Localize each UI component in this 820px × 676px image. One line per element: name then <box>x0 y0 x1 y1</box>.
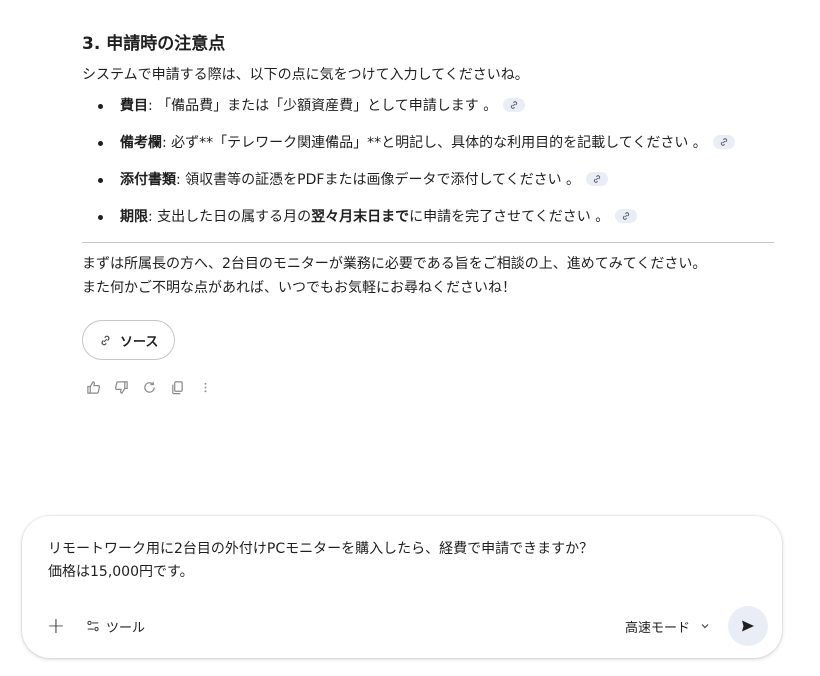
bullet-label: 費目 <box>120 98 148 114</box>
composer-toolbar: + ツール 高速モード <box>42 606 768 646</box>
closing-line-1: まずは所属長の方へ、2台目のモニターが業務に必要である旨をご相談の上、進めてみて… <box>82 256 707 272</box>
bullet-text-after: に申請を完了させてください 。 <box>409 209 610 225</box>
bullet-text-strong: 翌々月末日まで <box>311 209 410 225</box>
response-actions <box>84 378 774 396</box>
copy-icon[interactable] <box>168 378 186 396</box>
list-item: 期限: 支出した日の属する月の翌々月末日までに申請を完了させてください 。 <box>82 205 774 229</box>
list-item: 備考欄: 必ず**「テレワーク関連備品」**と明記し、具体的な利用目的を記載して… <box>82 131 774 155</box>
tools-button[interactable]: ツール <box>86 617 145 636</box>
citation-link-icon[interactable] <box>712 135 735 149</box>
bullet-text-before: : 支出した日の属する月の <box>148 209 312 225</box>
bullet-label: 添付書類 <box>120 172 176 188</box>
thumbs-down-icon[interactable] <box>112 378 130 396</box>
bullet-label: 期限 <box>120 209 148 225</box>
bullet-text: : 「備品費」または「少額資産費」として申請します 。 <box>148 98 498 114</box>
tools-icon <box>87 620 99 632</box>
sources-button-label: ソース <box>120 334 159 350</box>
list-item: 添付書類: 領収書等の証憑をPDFまたは画像データで添付してください 。 <box>82 168 774 192</box>
plus-icon: + <box>46 613 66 639</box>
chevron-down-icon <box>701 624 709 629</box>
closing-text: まずは所属長の方へ、2台目のモニターが業務に必要である旨をご相談の上、進めてみて… <box>82 252 774 300</box>
sources-button[interactable]: ソース <box>82 320 176 360</box>
tools-label: ツール <box>106 620 146 636</box>
mode-selector[interactable]: 高速モード <box>625 617 710 636</box>
closing-line-2: また何かご不明な点があれば、いつでもお気軽にお尋ねくださいね！ <box>82 280 516 296</box>
mode-label: 高速モード <box>624 620 690 636</box>
send-icon <box>742 620 754 632</box>
regenerate-icon[interactable] <box>140 378 158 396</box>
send-button[interactable] <box>728 606 768 646</box>
prompt-composer[interactable]: リモートワーク用に2台目の外付けPCモニターを購入したら、経費で申請できますか？… <box>22 516 782 658</box>
bullet-text: : 領収書等の証憑をPDFまたは画像データで添付してください 。 <box>176 172 581 188</box>
thumbs-up-icon[interactable] <box>84 378 102 396</box>
link-icon <box>101 335 110 345</box>
add-attachment-button[interactable]: + <box>42 612 70 640</box>
citation-link-icon[interactable] <box>586 172 609 186</box>
citation-link-icon[interactable] <box>503 98 526 112</box>
citation-link-icon[interactable] <box>615 209 638 223</box>
section-title: 3. 申請時の注意点 <box>82 34 226 54</box>
response-content: 3. 申請時の注意点 システムで申請する際は、以下の点に気をつけて入力してくださ… <box>82 32 774 396</box>
prompt-input[interactable]: リモートワーク用に2台目の外付けPCモニターを購入したら、経費で申請できますか？… <box>48 538 738 584</box>
list-item: 費目: 「備品費」または「少額資産費」として申請します 。 <box>82 94 774 118</box>
bullet-label: 備考欄 <box>120 135 162 151</box>
intro-text: システムで申請する際は、以下の点に気をつけて入力してくださいね。 <box>82 67 529 83</box>
bullet-text: : 必ず**「テレワーク関連備品」**と明記し、具体的な利用目的を記載してくださ… <box>162 135 707 151</box>
more-icon[interactable] <box>196 378 214 396</box>
section-divider <box>82 242 774 243</box>
notes-list: 費目: 「備品費」または「少額資産費」として申請します 。 備考欄: 必ず**「… <box>82 94 774 229</box>
